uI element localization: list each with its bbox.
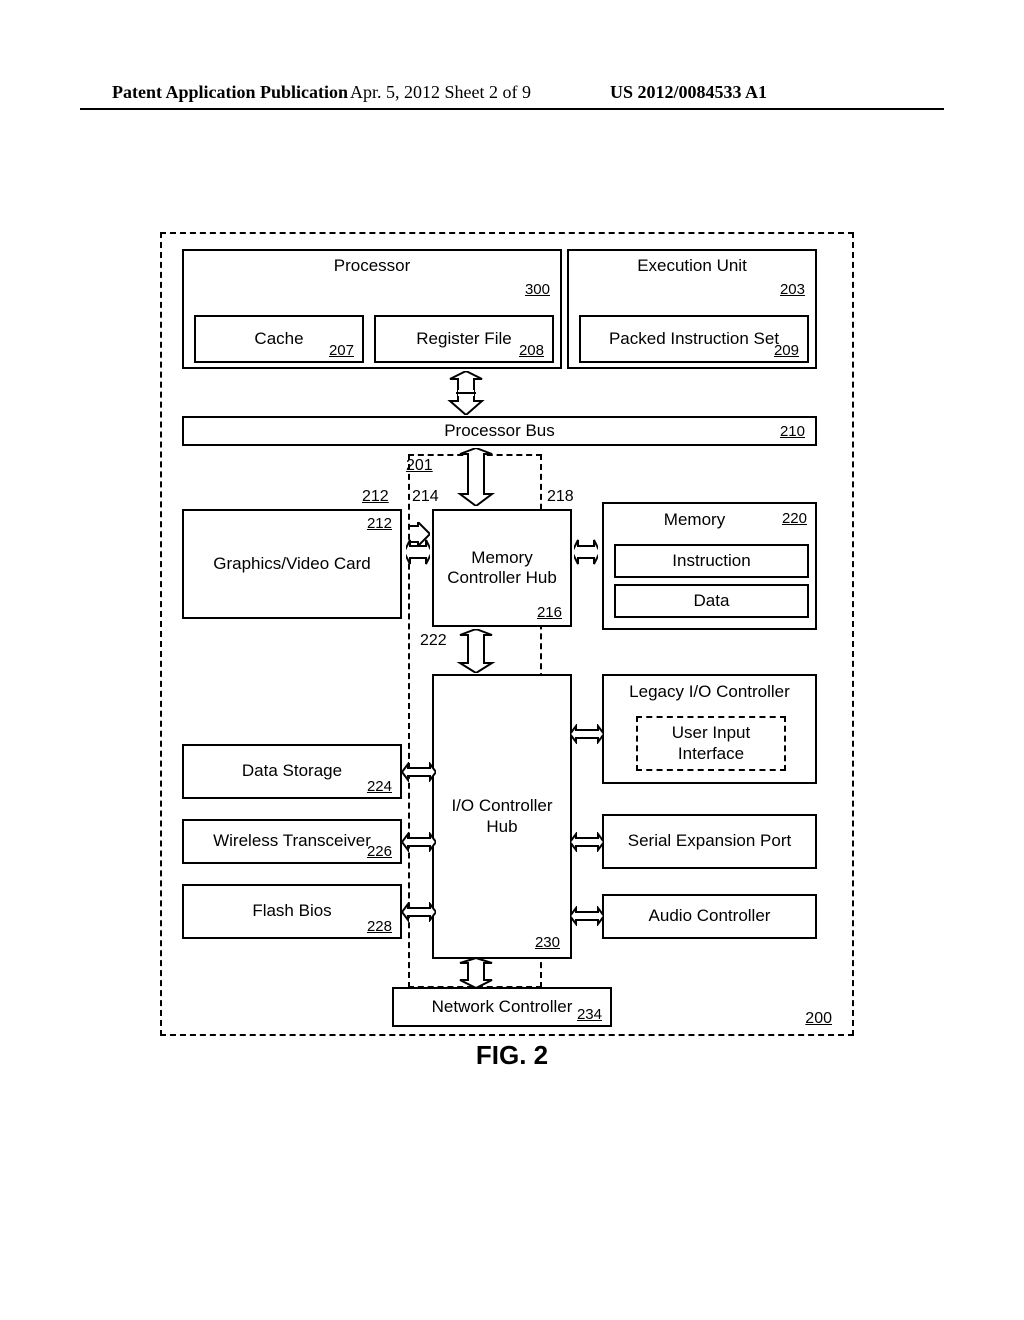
graphics-card-label: Graphics/Video Card <box>213 554 371 574</box>
ich-net-arrow-icon <box>452 958 500 988</box>
register-file-block: Register File 208 <box>374 315 554 363</box>
cache-label: Cache <box>254 329 303 349</box>
bus-arrow-icon <box>442 371 490 415</box>
ref-214: 214 <box>412 488 439 506</box>
data-label: Data <box>694 591 730 611</box>
mch-mem-arrow-icon <box>574 522 598 582</box>
memory-controller-hub-label: Memory Controller Hub <box>434 548 570 589</box>
memory-controller-hub-ref: 216 <box>537 604 562 621</box>
legacy-io-controller-block: Legacy I/O Controller User Input Interfa… <box>602 674 817 784</box>
ref-212: 212 <box>362 488 389 506</box>
ref-222: 222 <box>420 632 447 650</box>
header-rule <box>80 108 944 110</box>
processor-bus-ref: 210 <box>780 423 805 440</box>
processor-ref: 300 <box>525 281 550 298</box>
flash-bios-block: Flash Bios 228 <box>182 884 402 939</box>
wireless-transceiver-ref: 226 <box>367 843 392 860</box>
instruction-block: Instruction <box>614 544 809 578</box>
data-storage-ref: 224 <box>367 778 392 795</box>
dstore-ich-arrow-icon <box>402 762 436 782</box>
packed-instruction-set-label: Packed Instruction Set <box>609 329 779 349</box>
packed-instruction-set-block: Packed Instruction Set 209 <box>579 315 809 363</box>
serial-expansion-port-label: Serial Expansion Port <box>628 831 791 851</box>
fbios-ich-arrow-icon <box>402 902 436 922</box>
memory-controller-hub-block: Memory Controller Hub 216 <box>432 509 572 627</box>
memory-ref: 220 <box>782 510 807 527</box>
user-input-interface-block: User Input Interface <box>636 716 786 771</box>
network-controller-block: Network Controller 234 <box>392 987 612 1027</box>
processor-bus-block: Processor Bus 210 <box>182 416 817 446</box>
register-file-label: Register File <box>416 329 511 349</box>
ich-sep-arrow-icon <box>570 832 604 852</box>
memory-block: Memory 220 Instruction Data <box>602 502 817 630</box>
processor-block: Processor 300 Cache 207 Register File 20… <box>182 249 562 369</box>
data-storage-block: Data Storage 224 <box>182 744 402 799</box>
legacy-io-controller-label: Legacy I/O Controller <box>604 682 815 702</box>
io-controller-hub-ref: 230 <box>535 934 560 951</box>
header-right: US 2012/0084533 A1 <box>610 82 767 103</box>
wtx-ich-arrow-icon <box>402 832 436 852</box>
flash-bios-label: Flash Bios <box>252 901 331 921</box>
processor-bus-label: Processor Bus <box>184 421 815 441</box>
instruction-label: Instruction <box>672 551 750 571</box>
mch-ich-arrow-icon <box>452 629 500 673</box>
network-controller-label: Network Controller <box>432 997 573 1017</box>
graphics-card-ref: 212 <box>367 515 392 532</box>
ich-legacy-arrow-icon <box>570 724 604 744</box>
execution-unit-label: Execution Unit <box>569 256 815 276</box>
ich-audio-arrow-icon <box>570 906 604 926</box>
io-controller-hub-block: I/O Controller Hub 230 <box>432 674 572 959</box>
network-controller-ref: 234 <box>577 1006 602 1023</box>
audio-controller-block: Audio Controller <box>602 894 817 939</box>
data-block: Data <box>614 584 809 618</box>
system-diagram: Processor 300 Cache 207 Register File 20… <box>160 232 854 1036</box>
audio-controller-label: Audio Controller <box>649 906 771 926</box>
figure-caption: FIG. 2 <box>0 1040 1024 1071</box>
system-ref-200: 200 <box>805 1010 832 1028</box>
cache-ref: 207 <box>329 342 354 359</box>
register-file-ref: 208 <box>519 342 544 359</box>
wireless-transceiver-block: Wireless Transceiver 226 <box>182 819 402 864</box>
cache-block: Cache 207 <box>194 315 364 363</box>
serial-expansion-port-block: Serial Expansion Port <box>602 814 817 869</box>
processor-label: Processor <box>184 256 560 276</box>
io-controller-hub-label: I/O Controller Hub <box>434 796 570 837</box>
memory-label: Memory <box>614 510 775 530</box>
user-input-interface-label: User Input Interface <box>638 723 784 764</box>
data-storage-label: Data Storage <box>242 761 342 781</box>
graphics-card-block: Graphics/Video Card 212 <box>182 509 402 619</box>
packed-instruction-set-ref: 209 <box>774 342 799 359</box>
flash-bios-ref: 228 <box>367 918 392 935</box>
header-mid: Apr. 5, 2012 Sheet 2 of 9 <box>350 82 531 103</box>
ref-218: 218 <box>547 488 574 506</box>
header-left: Patent Application Publication <box>112 82 348 103</box>
execution-unit-ref: 203 <box>780 281 805 298</box>
execution-unit-block: Execution Unit 203 Packed Instruction Se… <box>567 249 817 369</box>
wireless-transceiver-label: Wireless Transceiver <box>213 831 371 851</box>
gfx-mch-arrow-icon <box>406 522 430 582</box>
bus-mch-arrow-icon <box>452 448 500 506</box>
